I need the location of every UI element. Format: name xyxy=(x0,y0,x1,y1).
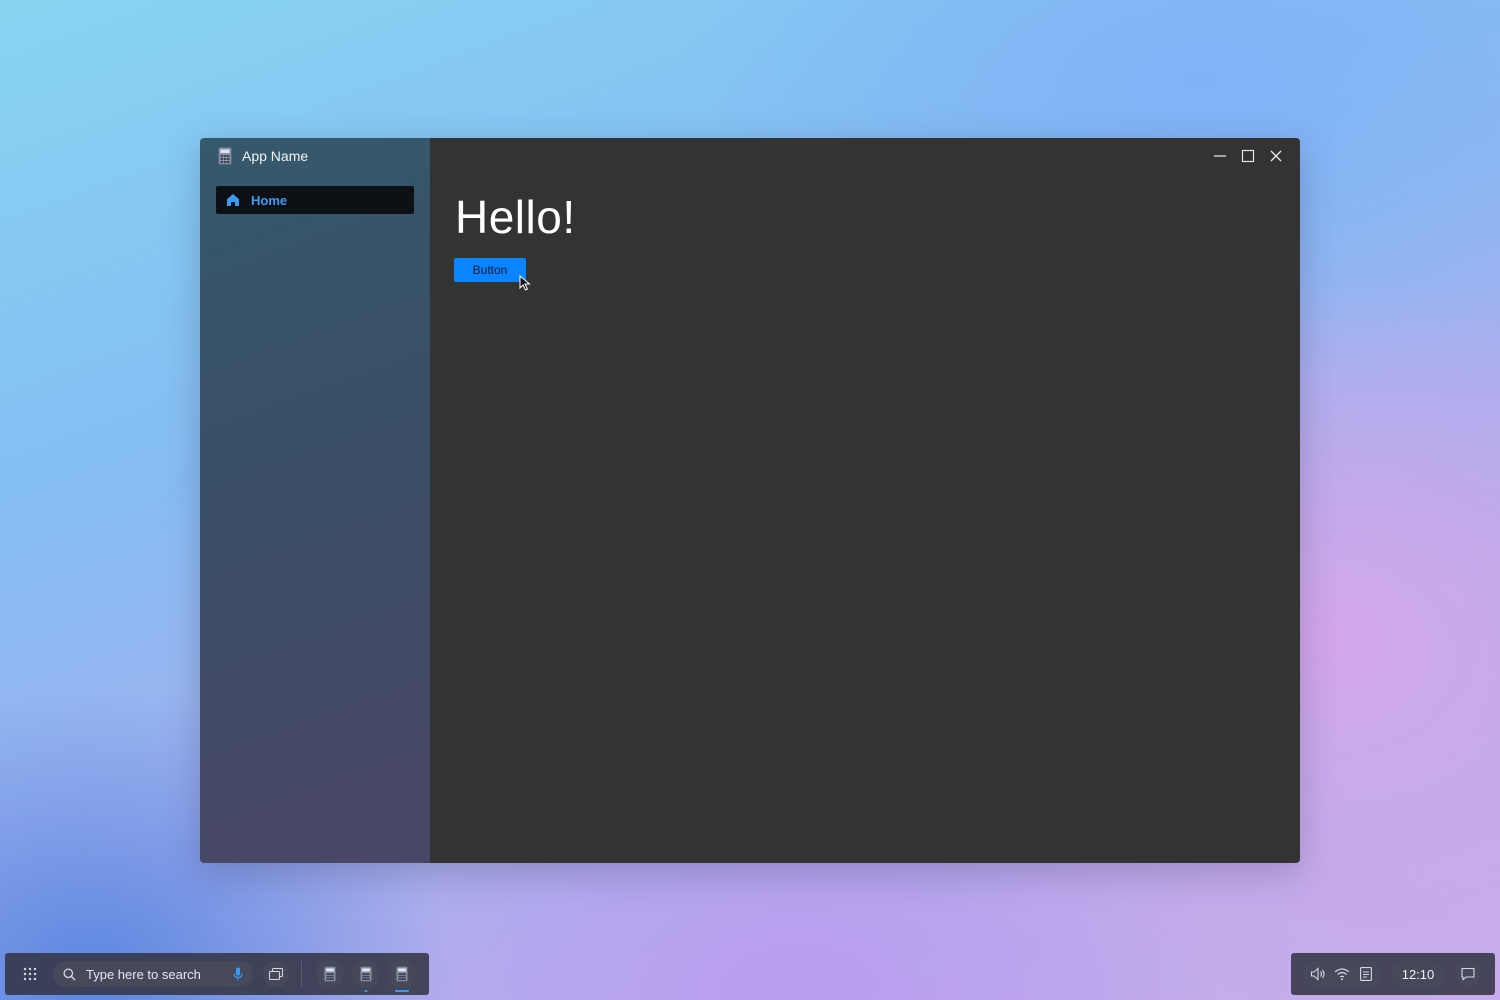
title-bar: App Name xyxy=(200,138,430,174)
search-icon xyxy=(63,967,76,980)
task-view-button[interactable] xyxy=(263,961,289,987)
task-view-icon xyxy=(269,968,283,980)
calculator-icon xyxy=(360,966,372,982)
window-controls xyxy=(1210,146,1286,166)
chat-icon xyxy=(1461,967,1475,981)
clock[interactable]: 12:10 xyxy=(1391,961,1445,987)
app-title: App Name xyxy=(242,148,309,164)
taskbar-app-calculator-2[interactable] xyxy=(352,960,380,992)
home-icon xyxy=(226,193,240,207)
mouse-cursor-icon xyxy=(519,275,531,291)
app-window: App Name Home Hello! Button xyxy=(200,138,1300,863)
calculator-icon xyxy=(396,966,408,982)
minimize-icon xyxy=(1214,155,1226,157)
close-icon xyxy=(1270,150,1282,162)
calculator-icon xyxy=(218,147,232,165)
microphone-icon[interactable] xyxy=(233,967,243,981)
wifi-icon[interactable] xyxy=(1333,965,1351,983)
primary-button[interactable]: Button xyxy=(454,258,526,282)
launcher-button[interactable] xyxy=(17,961,43,987)
tray-icons xyxy=(1303,961,1381,987)
main-content: Hello! Button xyxy=(430,138,1300,863)
calculator-icon xyxy=(324,966,336,982)
sidebar-item-label: Home xyxy=(251,192,288,208)
taskbar-app-calculator-1[interactable] xyxy=(316,960,344,988)
desktop: { "window": { "app_name": "App Name", "a… xyxy=(0,0,1500,1000)
taskbar: Type here to search xyxy=(5,953,429,995)
sidebar: App Name Home xyxy=(200,138,430,863)
grid-icon xyxy=(23,967,37,981)
clipboard-icon[interactable] xyxy=(1357,965,1375,983)
active-indicator xyxy=(395,990,409,992)
system-tray: 12:10 xyxy=(1291,953,1495,995)
notifications-button[interactable] xyxy=(1455,961,1481,987)
minimize-button[interactable] xyxy=(1210,146,1230,166)
maximize-icon xyxy=(1241,149,1255,163)
running-indicator xyxy=(364,990,368,992)
taskbar-divider xyxy=(301,961,302,987)
taskbar-search[interactable]: Type here to search xyxy=(53,961,253,987)
taskbar-app-calculator-3[interactable] xyxy=(388,960,416,992)
close-button[interactable] xyxy=(1266,146,1286,166)
maximize-button[interactable] xyxy=(1238,146,1258,166)
volume-icon[interactable] xyxy=(1309,965,1327,983)
sidebar-item-home[interactable]: Home xyxy=(216,186,414,214)
page-title: Hello! xyxy=(455,191,576,243)
search-placeholder: Type here to search xyxy=(86,966,201,982)
